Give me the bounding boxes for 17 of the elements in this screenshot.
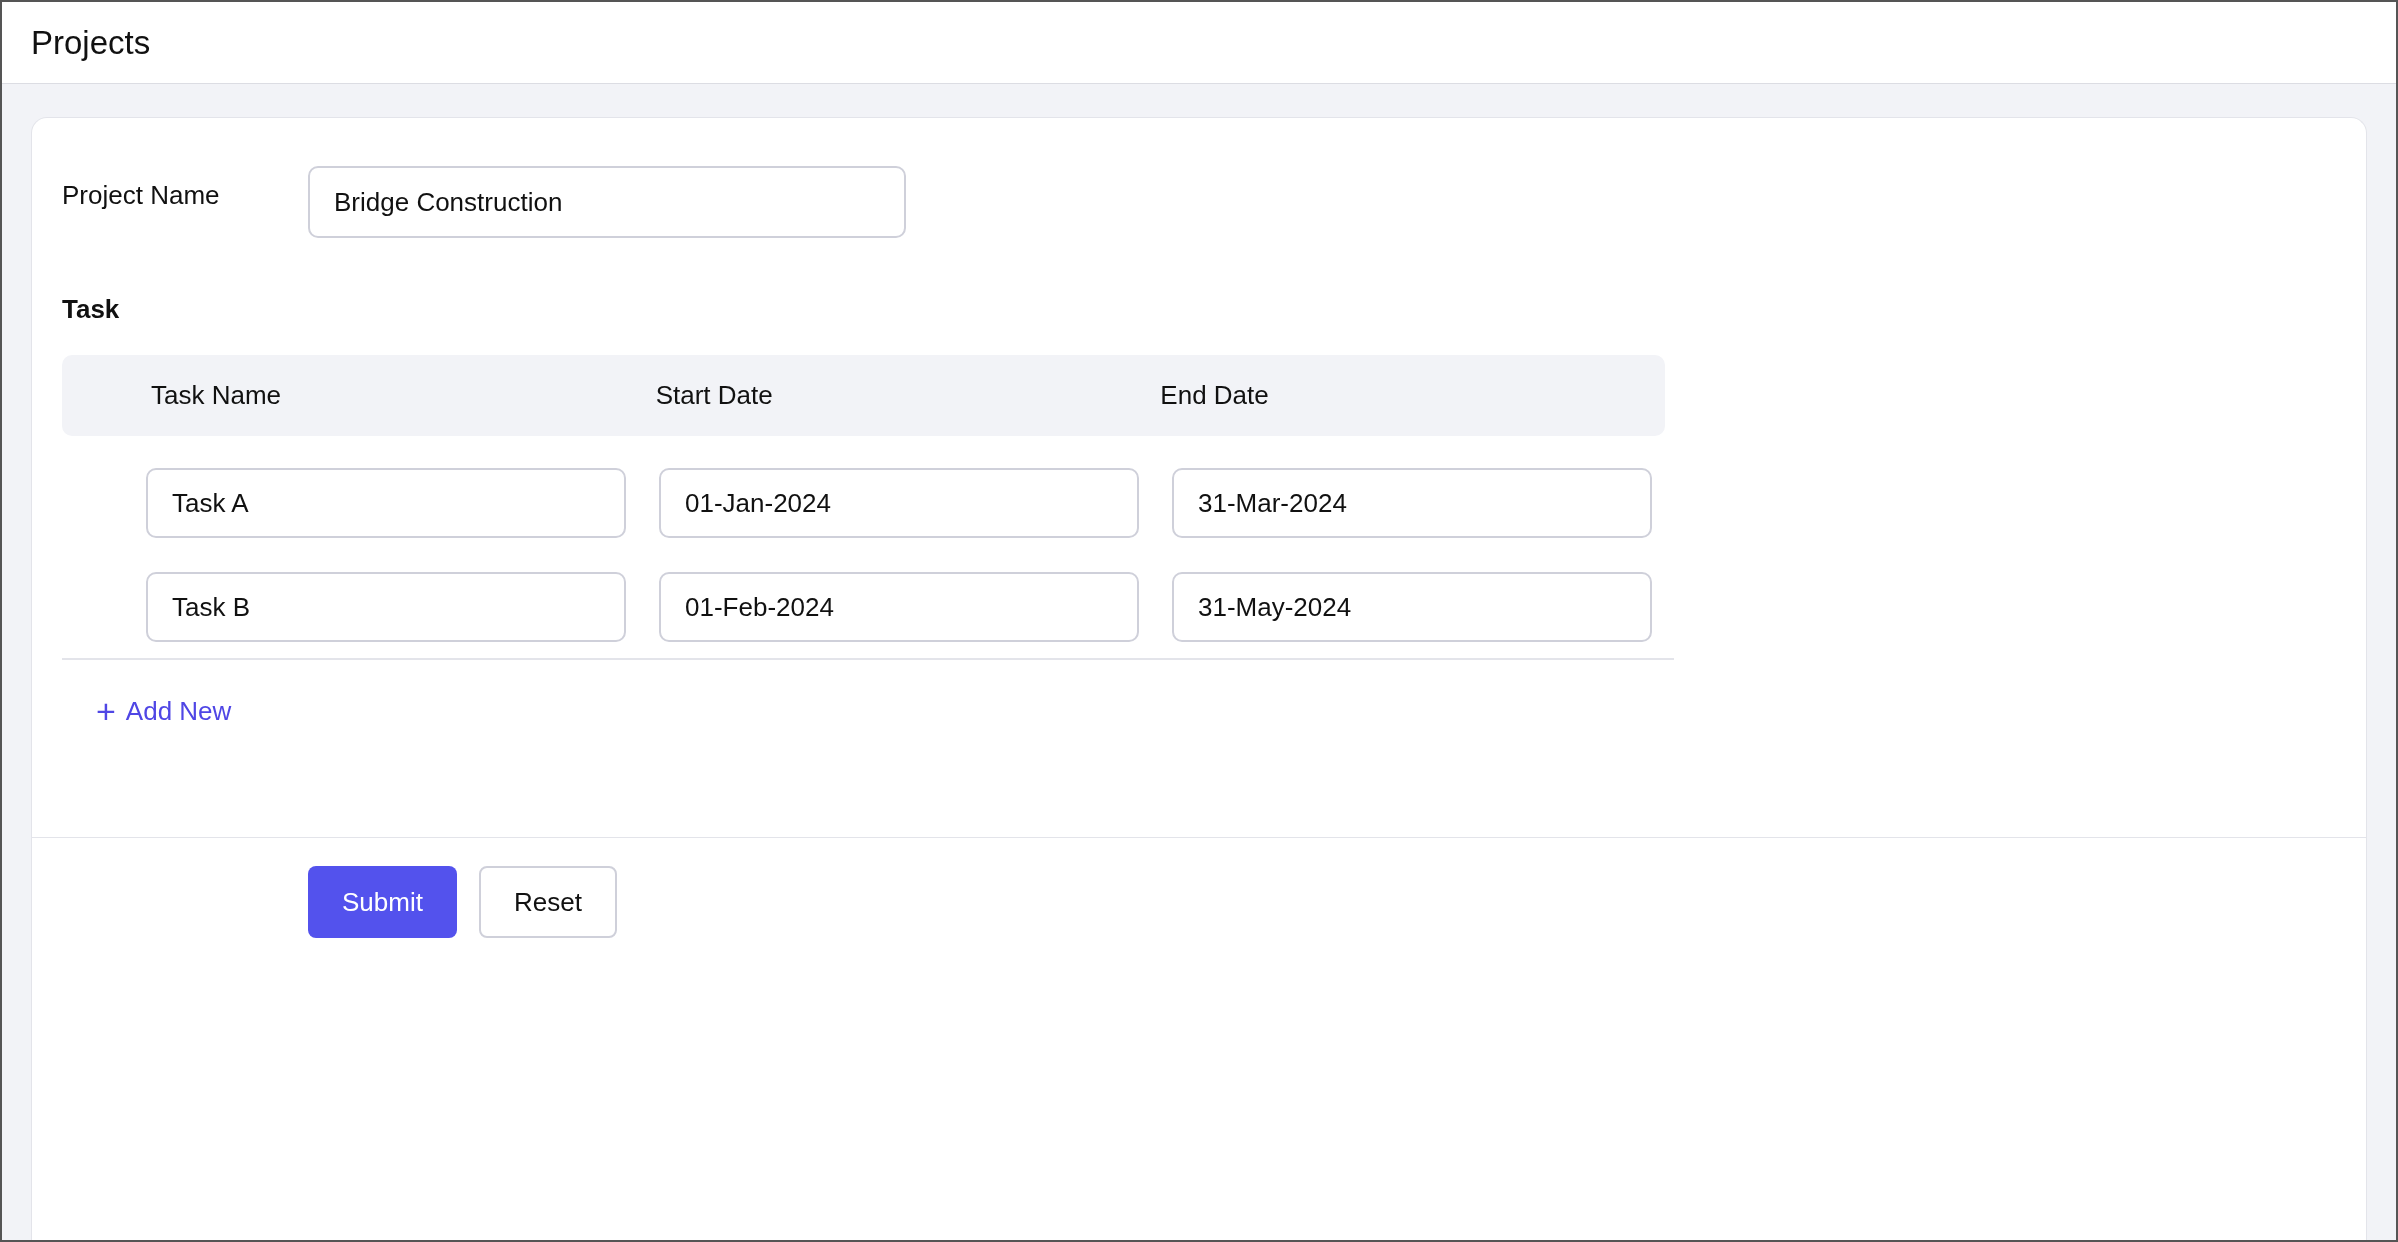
task-section-label: Task bbox=[62, 294, 121, 325]
start-date-field[interactable]: 01-Feb-2024 bbox=[659, 572, 1139, 642]
column-header: End Date bbox=[1160, 380, 1270, 411]
project-name-field[interactable]: Bridge Construction bbox=[308, 166, 906, 238]
add-new-link[interactable]: + Add New bbox=[96, 694, 232, 728]
start-date-field[interactable]: 01-Jan-2024 bbox=[659, 468, 1139, 538]
project-name-label: Project Name bbox=[62, 179, 221, 211]
page-title: Projects bbox=[31, 23, 151, 62]
column-header: Task Name bbox=[151, 380, 283, 411]
submit-button[interactable]: Submit bbox=[308, 866, 457, 938]
task-name-field[interactable]: Task A bbox=[146, 468, 626, 538]
plus-icon: + bbox=[96, 694, 116, 728]
task-name-field[interactable]: Task B bbox=[146, 572, 626, 642]
column-header: Start Date bbox=[655, 380, 774, 411]
end-date-field[interactable]: 31-Mar-2024 bbox=[1172, 468, 1652, 538]
reset-button[interactable]: Reset bbox=[479, 866, 617, 938]
end-date-field[interactable]: 31-May-2024 bbox=[1172, 572, 1652, 642]
